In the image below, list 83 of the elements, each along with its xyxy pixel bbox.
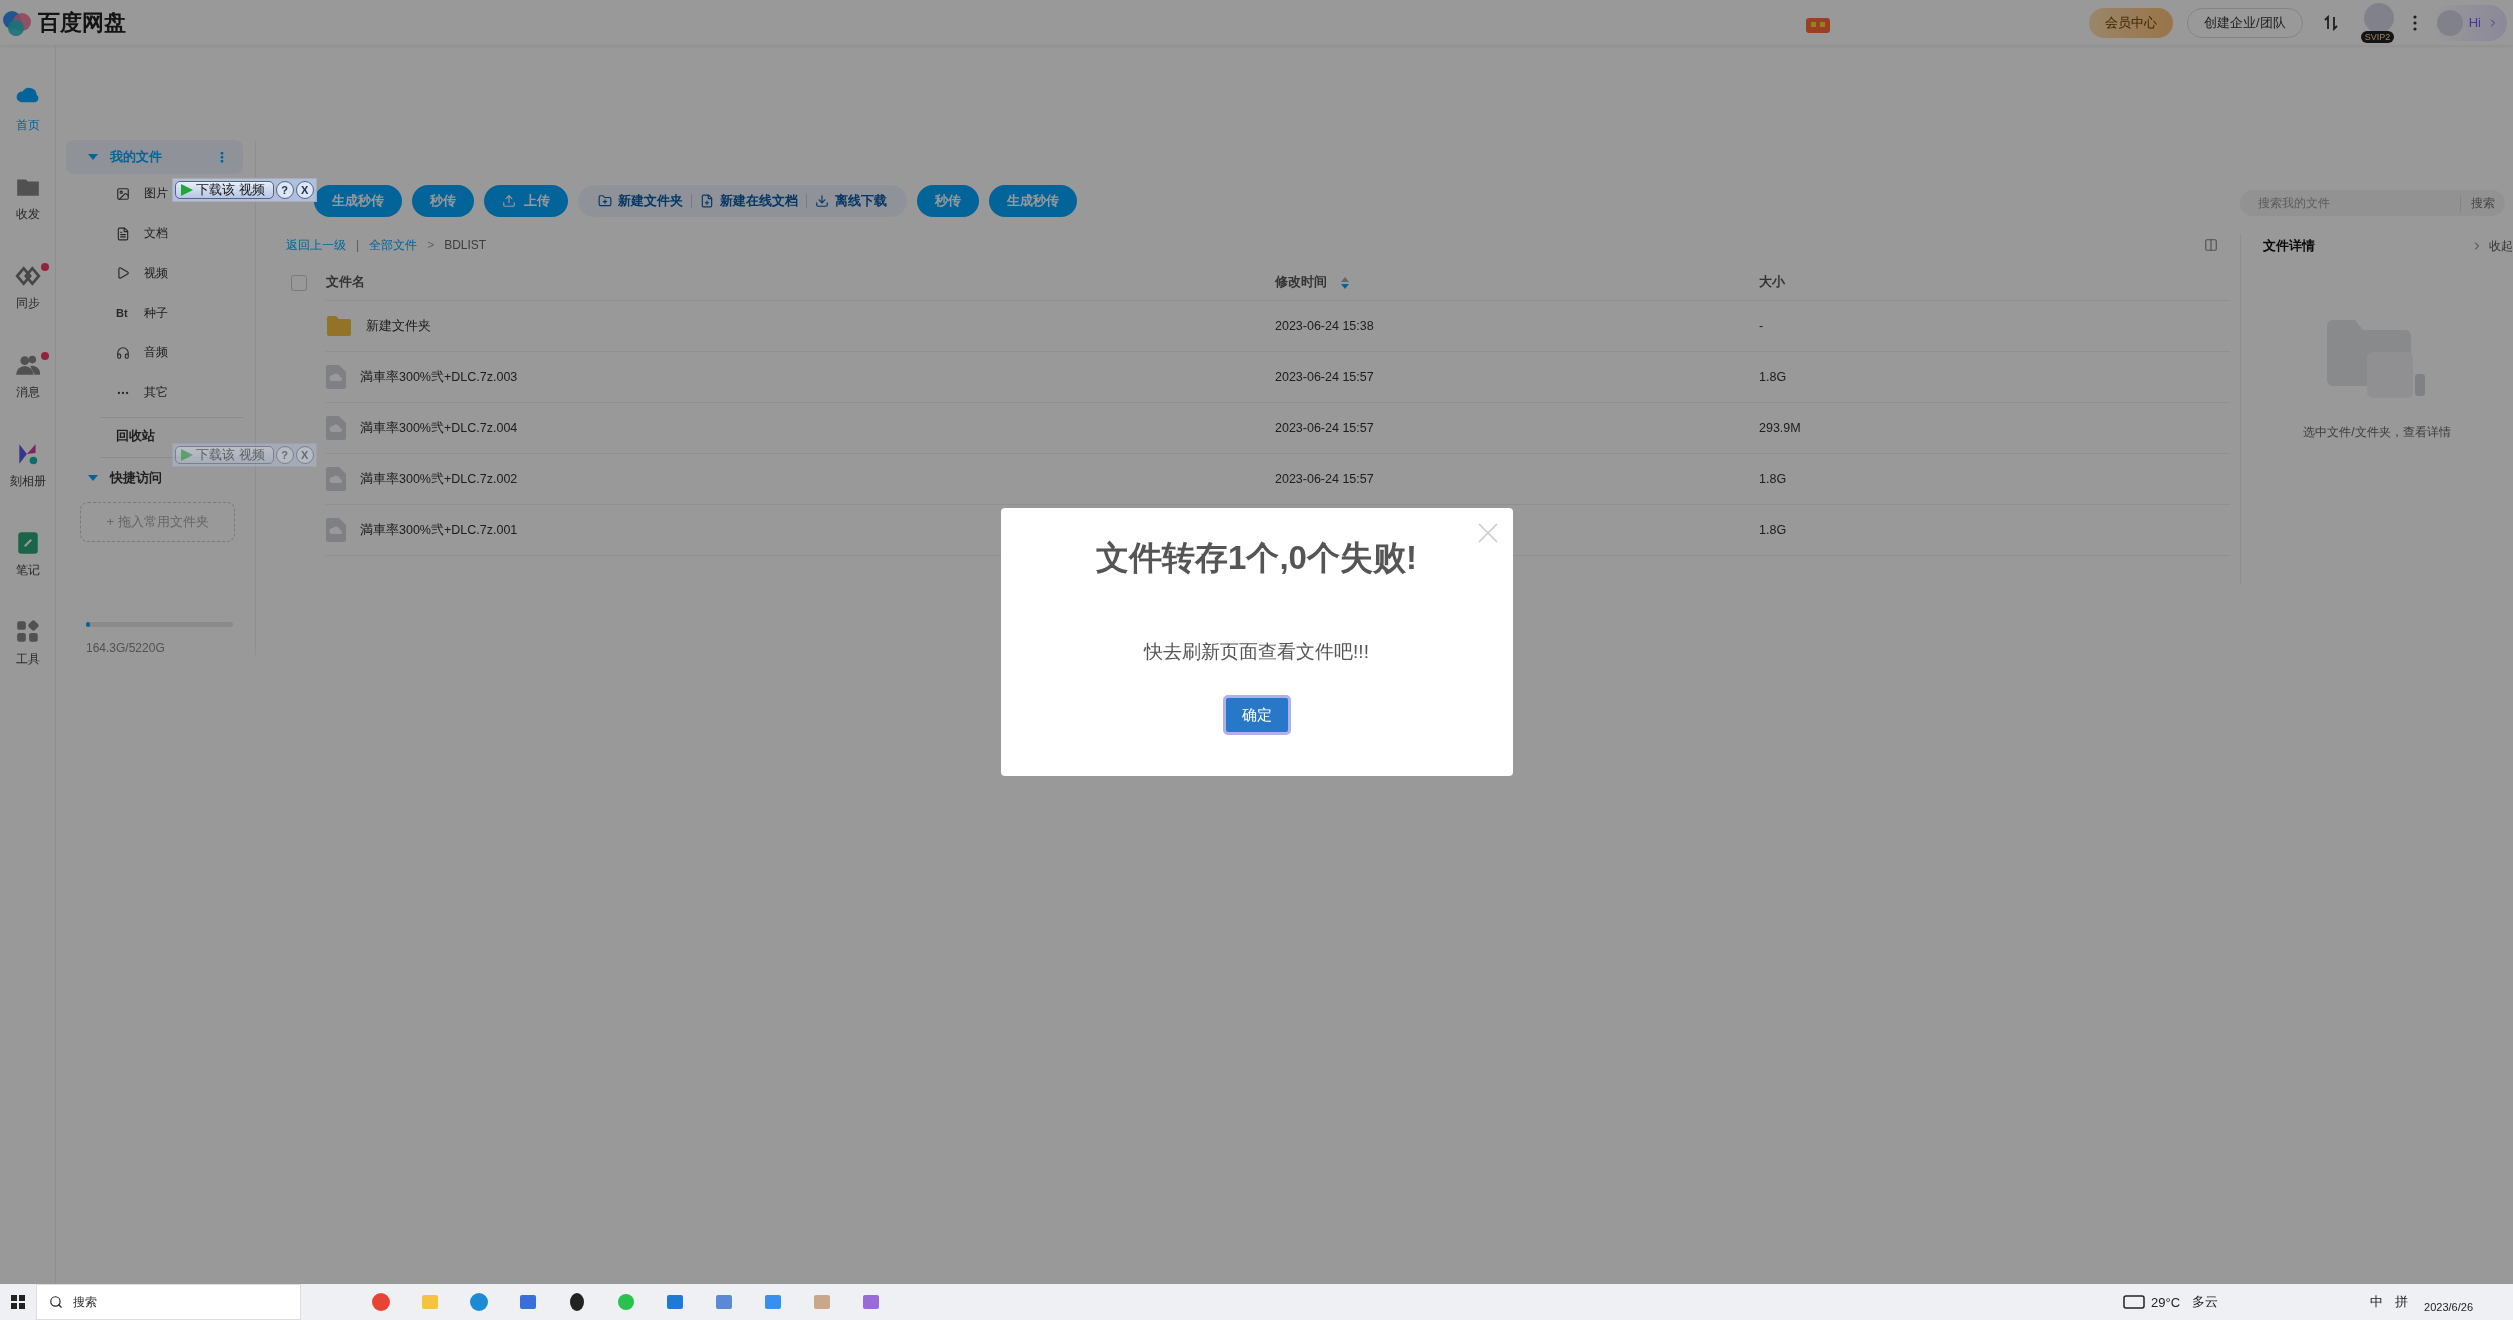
folder-plus-icon <box>598 194 612 208</box>
nav-item[interactable]: 收发 <box>6 174 49 223</box>
file-name[interactable]: 新建文件夹 <box>366 317 431 335</box>
play-icon <box>180 183 194 197</box>
toolbar-button[interactable]: 离线下载 <box>807 192 895 210</box>
more-icon[interactable] <box>2412 14 2417 31</box>
layout-icon[interactable] <box>2204 238 2218 252</box>
upload-icon <box>502 194 516 208</box>
column-header[interactable]: 修改时间 <box>1275 274 1327 291</box>
temperature-text: 29°C <box>2150 1294 2182 1310</box>
nav-item[interactable]: 同步 <box>6 263 49 312</box>
search-icon <box>49 1295 63 1309</box>
toolbar-button[interactable]: 新建文件夹 <box>590 192 691 210</box>
file-icon <box>326 416 346 440</box>
empty-details-text: 选中文件/文件夹，查看详情 <box>2303 424 2451 441</box>
close-button[interactable]: X <box>295 446 314 464</box>
collapse-link[interactable]: 收起 <box>2471 237 2513 255</box>
column-header[interactable]: 文件名 <box>326 274 365 291</box>
close-button[interactable]: X <box>295 181 314 199</box>
storage-text: 164.3G/5220G <box>86 641 166 656</box>
sort-icon[interactable] <box>1341 276 1349 289</box>
file-name[interactable]: 満車率300%弐+DLC.7z.003 <box>360 368 518 386</box>
file-name[interactable]: 満車率300%弐+DLC.7z.001 <box>360 521 518 539</box>
date-text: 2023/6/26 <box>2423 1300 2474 1313</box>
file-size: 1.8G <box>1759 472 1787 486</box>
file-icon <box>326 365 346 389</box>
modified-time: 2023-06-24 15:57 <box>1275 421 1374 435</box>
create-team-button[interactable]: 创建企业/团队 <box>2187 7 2303 38</box>
modified-time: 2023-06-24 15:38 <box>1275 319 1374 333</box>
modified-time: 2023-06-24 15:57 <box>1275 370 1374 384</box>
svip-badge: SVIP2 <box>2360 30 2395 43</box>
file-icon <box>326 467 346 491</box>
category-item[interactable]: Bt 种子 <box>66 293 243 333</box>
nav-item[interactable]: 刻相册 <box>1 441 54 490</box>
document-icon <box>116 226 130 241</box>
taskbar-search-field[interactable]: 搜索 <box>36 1284 301 1320</box>
toolbar-button[interactable]: 新建在线文档 <box>692 192 806 210</box>
file-icon <box>326 518 346 542</box>
details-title: 文件详情 <box>2263 237 2315 255</box>
headphones-icon <box>116 345 130 360</box>
dialog-message: 快去刷新页面查看文件吧!!! <box>1144 640 1369 664</box>
mountain-icon <box>116 186 130 201</box>
category-item[interactable]: 文档 <box>66 213 243 254</box>
file-size: 1.8G <box>1759 523 1787 537</box>
column-header[interactable]: 大小 <box>1759 274 1785 291</box>
breadcrumb-separator: | <box>356 238 360 252</box>
category-item[interactable]: 其它 <box>66 372 243 413</box>
avatar[interactable] <box>2363 2 2394 33</box>
logo-text: 百度网盘 <box>38 8 126 37</box>
select-all-checkbox[interactable] <box>291 275 307 291</box>
category-item[interactable]: 音频 <box>66 333 243 373</box>
folder-icon <box>326 315 352 337</box>
download-video-button[interactable]: 下载该 视频 <box>175 446 274 464</box>
play-icon <box>116 266 130 281</box>
file-name[interactable]: 満車率300%弐+DLC.7z.004 <box>360 419 518 437</box>
nav-item[interactable]: 工具 <box>6 619 49 668</box>
file-plus-icon <box>700 194 714 208</box>
play-icon <box>180 448 194 462</box>
input-mode-text[interactable]: 拼 <box>2389 1293 2415 1311</box>
help-button[interactable]: ? <box>275 181 294 199</box>
download-video-button[interactable]: 下载该 视频 <box>175 181 274 199</box>
file-size: 1.8G <box>1759 370 1787 384</box>
file-name[interactable]: 満車率300%弐+DLC.7z.002 <box>360 470 518 488</box>
vip-center-button[interactable]: 会员中心 <box>2089 7 2174 38</box>
search-button[interactable]: 搜索 <box>2460 194 2505 212</box>
bt-label: Bt <box>116 307 129 320</box>
weather-text: 多云 <box>2191 1293 2220 1311</box>
nav-item[interactable]: 笔记 <box>6 530 49 579</box>
breadcrumb-current: BDLIST <box>444 238 487 252</box>
nav-item[interactable]: 消息 <box>6 352 49 401</box>
start-icon[interactable] <box>11 1295 25 1309</box>
file-size: - <box>1759 319 1764 333</box>
breadcrumb-arrow: > <box>427 238 435 252</box>
tools-icon <box>14 619 41 645</box>
input-method-text[interactable]: 中 <box>2364 1293 2390 1311</box>
confirm-button[interactable]: 确定 <box>1222 695 1291 735</box>
file-size: 293.9M <box>1759 421 1801 435</box>
category-item[interactable]: 视频 <box>66 253 243 294</box>
dialog-title: 文件转存1个,0个失败! <box>1096 538 1417 578</box>
download-icon <box>815 194 829 208</box>
modified-time: 2023-06-24 15:57 <box>1275 472 1374 486</box>
weather-icon <box>2123 1294 2145 1310</box>
help-button[interactable]: ? <box>275 446 294 464</box>
